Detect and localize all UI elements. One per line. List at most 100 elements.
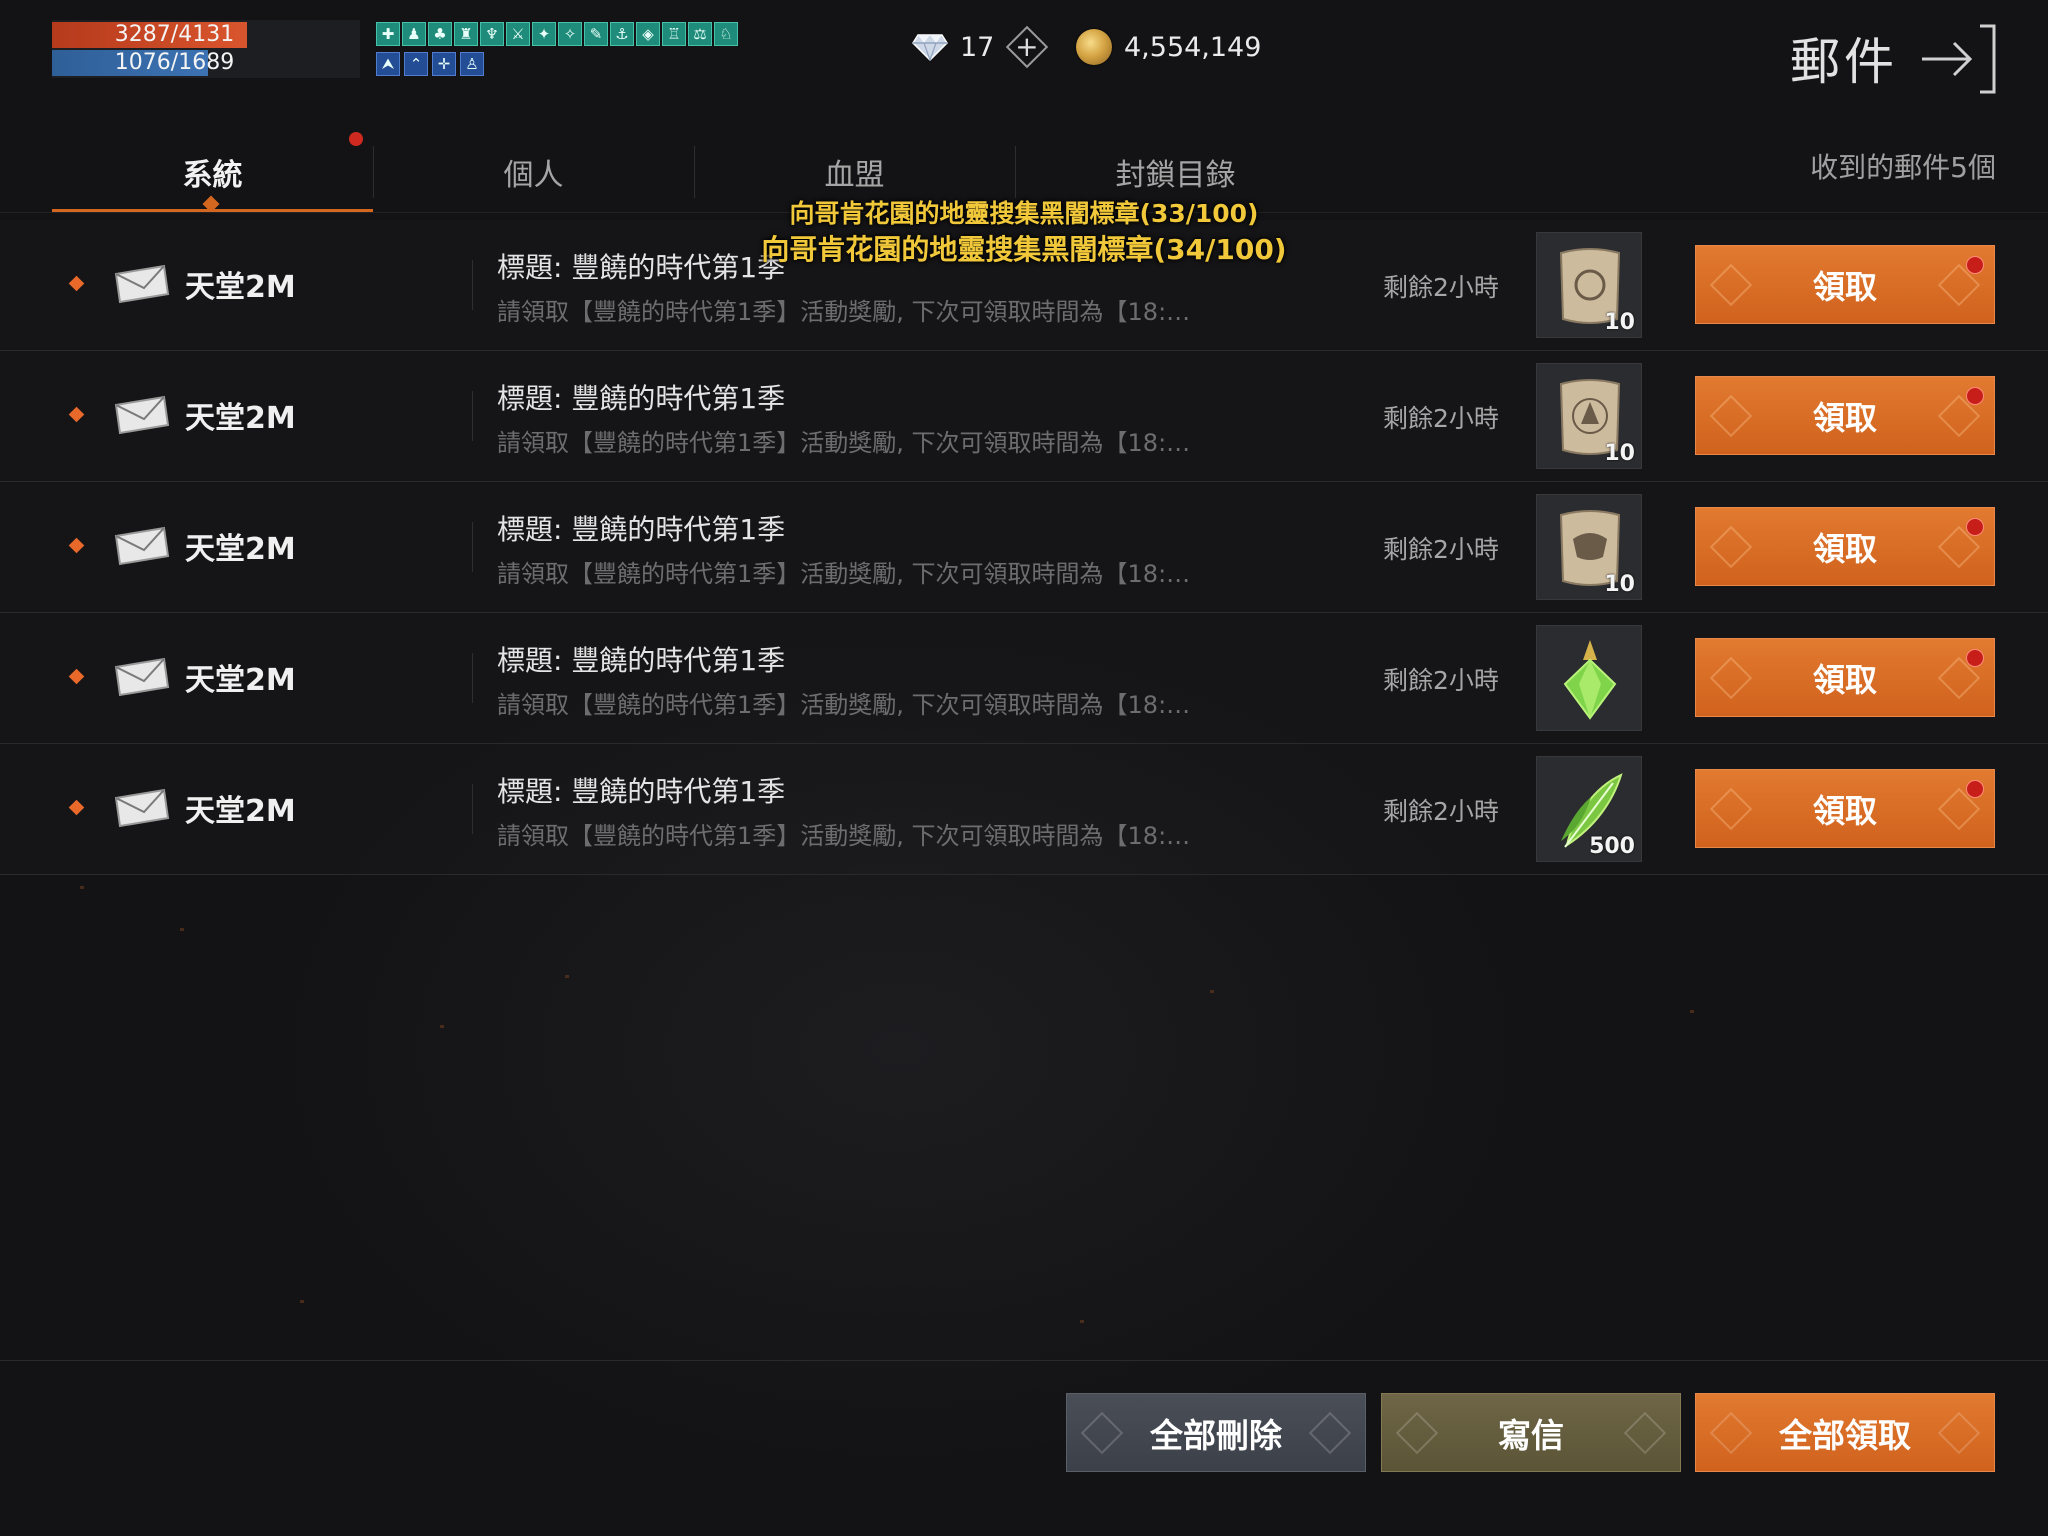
tab-label: 封鎖目錄 bbox=[1115, 158, 1236, 193]
buff-icon[interactable]: ✧ bbox=[558, 22, 582, 46]
buff-icon[interactable]: ✦ bbox=[532, 22, 556, 46]
gold-coin-icon bbox=[1076, 29, 1112, 65]
time-remaining: 剩餘2小時 bbox=[1383, 404, 1499, 433]
quest-notice-1: 向哥肯花園的地靈搜集黑闇標章(33/100) bbox=[789, 199, 1259, 228]
item-quantity: 500 bbox=[1589, 834, 1635, 859]
claim-label: 領取 bbox=[1812, 398, 1877, 437]
claim-button[interactable]: 領取 bbox=[1695, 638, 1995, 717]
tab-label: 系統 bbox=[182, 158, 243, 193]
item-quantity: 10 bbox=[1604, 310, 1635, 335]
envelope-icon bbox=[112, 788, 170, 828]
envelope-icon bbox=[112, 526, 170, 566]
mp-bar: 1076/1689 bbox=[52, 50, 360, 76]
mail-sender: 天堂2M bbox=[185, 532, 296, 567]
time-remaining: 剩餘2小時 bbox=[1383, 535, 1499, 564]
buff-icon[interactable]: ✚ bbox=[376, 22, 400, 46]
claim-label: 領取 bbox=[1812, 791, 1877, 830]
buff-icon[interactable]: ♟ bbox=[402, 22, 426, 46]
delete-all-button[interactable]: 全部刪除 bbox=[1066, 1393, 1366, 1472]
mail-row[interactable]: 天堂2M 標題: 豐饒的時代第1季請領取【豐饒的時代第1季】活動獎勵, 下次可領取… bbox=[0, 351, 2048, 482]
buff-icon[interactable]: ♜ bbox=[454, 22, 478, 46]
mail-row[interactable]: 天堂2M 標題: 豐饒的時代第1季請領取【豐饒的時代第1季】活動獎勵, 下次可領取… bbox=[0, 482, 2048, 613]
mail-subject: 標題: 豐饒的時代第1季 bbox=[497, 513, 786, 546]
buff-icons-row-2: ⮝ ⌃ ✛ ♙ bbox=[376, 52, 484, 76]
quest-notice-2: 向哥肯花園的地靈搜集黑闇標章(34/100) bbox=[761, 233, 1287, 266]
diamond-currency: 17 + bbox=[912, 25, 1049, 69]
buff-icon[interactable]: ⮝ bbox=[376, 52, 400, 76]
buff-icon[interactable]: ♖ bbox=[662, 22, 686, 46]
buff-icon[interactable]: ⚓ bbox=[610, 22, 634, 46]
mail-subject: 標題: 豐饒的時代第1季 bbox=[497, 644, 786, 677]
mail-row[interactable]: 天堂2M 標題: 豐饒的時代第1季 請領取【豐饒的時代第1季】活動獎勵, 下次可領取… bbox=[0, 744, 2048, 875]
tab-label: 血盟 bbox=[824, 158, 885, 193]
mail-list: 天堂2M 標題: 豐饒的時代第1季 請領取【豐饒的時代第1季】活動獎勵, 下次可領取… bbox=[0, 220, 2048, 875]
claim-label: 領取 bbox=[1812, 267, 1877, 306]
claim-label: 領取 bbox=[1812, 529, 1877, 568]
envelope-icon bbox=[112, 395, 170, 435]
reward-item-slot[interactable]: 10 bbox=[1536, 363, 1642, 469]
notification-dot bbox=[1966, 387, 1984, 405]
unread-marker bbox=[68, 799, 85, 816]
buff-icon[interactable]: ⌃ bbox=[404, 52, 428, 76]
buff-icon[interactable]: ♣ bbox=[428, 22, 452, 46]
time-remaining: 剩餘2小時 bbox=[1383, 797, 1499, 826]
notification-dot bbox=[1966, 518, 1984, 536]
status-bars: 3287/4131 1076/1689 bbox=[52, 20, 360, 78]
reward-item-slot[interactable] bbox=[1536, 625, 1642, 731]
mail-screen: 3287/4131 1076/1689 ✚ ♟ ♣ ♜ ♆ ⚔ ✦ ✧ ✎ ⚓ ◈ ♖ ⚖ ♘ ⮝ ⌃ ✛ ♙ … bbox=[0, 0, 2048, 1536]
gold-currency: 4,554,149 bbox=[1076, 26, 1261, 68]
mail-row[interactable]: 天堂2M 標題: 豐饒的時代第1季請領取【豐饒的時代第1季】活動獎勵, 下次可領取… bbox=[0, 613, 2048, 744]
claim-all-button[interactable]: 全部領取 bbox=[1695, 1393, 1995, 1472]
item-quantity: 10 bbox=[1604, 441, 1635, 466]
exit-icon[interactable] bbox=[1918, 24, 1998, 94]
envelope-icon bbox=[112, 264, 170, 304]
notification-dot bbox=[1966, 780, 1984, 798]
buff-icon[interactable]: ♆ bbox=[480, 22, 504, 46]
tab-label: 個人 bbox=[503, 158, 564, 193]
bottom-divider bbox=[0, 1360, 2048, 1361]
mail-sender: 天堂2M bbox=[185, 663, 296, 698]
row-separator bbox=[472, 522, 473, 572]
envelope-icon bbox=[112, 657, 170, 697]
buff-icon[interactable]: ♙ bbox=[460, 52, 484, 76]
reward-item-slot[interactable]: 10 bbox=[1536, 494, 1642, 600]
mail-sender: 天堂2M bbox=[185, 401, 296, 436]
buff-icons-row-1: ✚ ♟ ♣ ♜ ♆ ⚔ ✦ ✧ ✎ ⚓ ◈ ♖ ⚖ ♘ bbox=[376, 22, 738, 46]
row-separator bbox=[472, 391, 473, 441]
hp-text: 3287/4131 bbox=[114, 22, 235, 47]
time-remaining: 剩餘2小時 bbox=[1383, 666, 1499, 695]
mp-text: 1076/1689 bbox=[114, 50, 235, 75]
hp-bar: 3287/4131 bbox=[52, 22, 360, 48]
mail-preview: 請領取【豐饒的時代第1季】活動獎勵, 下次可領取時間為【18:… bbox=[497, 429, 1191, 457]
buff-icon[interactable]: ♘ bbox=[714, 22, 738, 46]
buff-icon[interactable]: ⚖ bbox=[688, 22, 712, 46]
notification-dot bbox=[349, 132, 363, 146]
reward-item-slot[interactable]: 500 bbox=[1536, 756, 1642, 862]
mail-preview: 請領取【豐饒的時代第1季】活動獎勵, 下次可領取時間為【18:… bbox=[497, 298, 1191, 326]
claim-button[interactable]: 領取 bbox=[1695, 376, 1995, 455]
row-separator bbox=[472, 784, 473, 834]
claim-button[interactable]: 領取 bbox=[1695, 769, 1995, 848]
gold-amount: 4,554,149 bbox=[1124, 31, 1262, 63]
mail-preview: 請領取【豐饒的時代第1季】活動獎勵, 下次可領取時間為【18:… bbox=[497, 691, 1191, 719]
mail-subject: 標題: 豐饒的時代第1季 bbox=[497, 382, 786, 415]
buff-icon[interactable]: ✎ bbox=[584, 22, 608, 46]
add-diamond-icon[interactable]: + bbox=[1006, 25, 1049, 69]
diamond-amount: 17 bbox=[960, 31, 995, 63]
claim-button[interactable]: 領取 bbox=[1695, 507, 1995, 586]
unread-marker bbox=[68, 537, 85, 554]
mail-sender: 天堂2M bbox=[185, 270, 296, 305]
claim-label: 領取 bbox=[1812, 660, 1877, 699]
buff-icon[interactable]: ✛ bbox=[432, 52, 456, 76]
mail-preview: 請領取【豐饒的時代第1季】活動獎勵, 下次可領取時間為【18:… bbox=[497, 560, 1191, 588]
buff-icon[interactable]: ⚔ bbox=[506, 22, 530, 46]
write-mail-button[interactable]: 寫信 bbox=[1381, 1393, 1681, 1472]
notification-dot bbox=[1966, 649, 1984, 667]
unread-marker bbox=[68, 668, 85, 685]
mail-preview: 請領取【豐饒的時代第1季】活動獎勵, 下次可領取時間為【18:… bbox=[497, 822, 1191, 850]
mail-subject: 標題: 豐饒的時代第1季 bbox=[497, 775, 786, 808]
unread-marker bbox=[68, 406, 85, 423]
page-title: 郵件 bbox=[1790, 33, 1898, 91]
diamond-icon bbox=[912, 34, 948, 61]
buff-icon[interactable]: ◈ bbox=[636, 22, 660, 46]
